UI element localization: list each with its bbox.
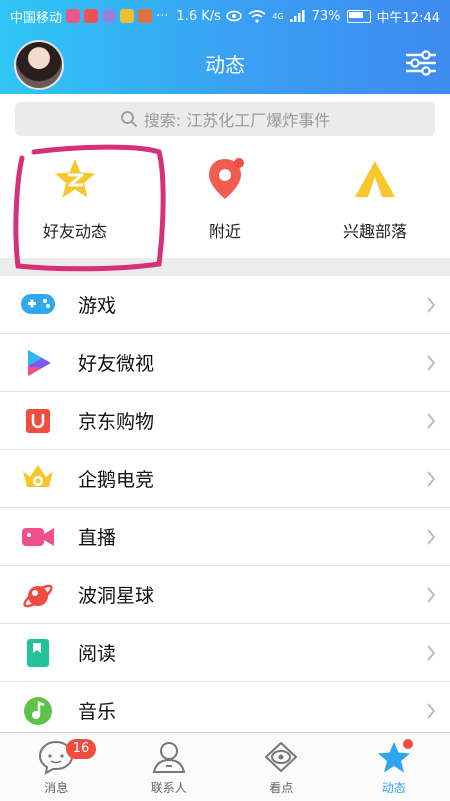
contacts-icon [150, 739, 188, 775]
network-speed: 1.6 K/s [176, 9, 220, 24]
shopping-bag-icon [20, 403, 56, 439]
quick-item-label: 好友动态 [43, 218, 107, 242]
bottom-tab-bar: 16 消息 联系人 看点 动态 [0, 732, 450, 801]
status-bar: 中国移动 ··· 1.6 K/s 4G 73% 中午12:44 [0, 0, 450, 32]
notification-app-icon [84, 9, 98, 23]
carrier-label: 中国移动 [10, 7, 62, 26]
star-icon [375, 739, 413, 775]
quick-item-tribe[interactable]: 兴趣部落 [300, 154, 450, 254]
list-item-live[interactable]: 直播 [0, 508, 450, 566]
eye-comfort-icon [226, 10, 242, 22]
list-item-label: 好友微视 [78, 349, 154, 376]
list-item-label: 京东购物 [78, 407, 154, 434]
tab-label: 联系人 [151, 779, 187, 796]
tab-dynamics[interactable]: 动态 [338, 733, 450, 801]
eye-icon [262, 739, 300, 775]
battery-icon [347, 10, 371, 23]
search-input[interactable]: 搜索: 江苏化工厂爆炸事件 [15, 102, 435, 136]
network-type: 4G [272, 12, 283, 21]
list-item-label: 阅读 [78, 639, 116, 666]
book-icon [20, 635, 56, 671]
play-icon [20, 345, 56, 381]
tent-icon [350, 154, 400, 204]
chevron-right-icon [426, 644, 436, 662]
quick-item-nearby[interactable]: 附近 [150, 154, 300, 254]
chevron-right-icon [426, 296, 436, 314]
more-notifications-icon: ··· [156, 9, 168, 24]
notification-app-icon [138, 9, 152, 23]
feature-list: 游戏 好友微视 京东购物 企鹅电竞 直播 波洞星球 [0, 276, 450, 740]
top-bar: 中国移动 ··· 1.6 K/s 4G 73% 中午12:44 动态 [0, 0, 450, 94]
chevron-right-icon [426, 528, 436, 546]
list-item-label: 波洞星球 [78, 581, 154, 608]
avatar[interactable] [14, 40, 64, 90]
notification-dot [403, 739, 413, 749]
chevron-right-icon [426, 702, 436, 720]
quick-entries: 好友动态 附近 兴趣部落 [0, 146, 450, 258]
tab-label: 消息 [44, 779, 68, 796]
list-item-weishi[interactable]: 好友微视 [0, 334, 450, 392]
qzone-star-icon [50, 154, 100, 204]
header: 动态 [0, 32, 450, 94]
notification-app-icon [120, 9, 134, 23]
location-pin-icon [200, 154, 250, 204]
chevron-right-icon [426, 586, 436, 604]
tab-kandian[interactable]: 看点 [225, 733, 338, 801]
search-area: 搜索: 江苏化工厂爆炸事件 [0, 94, 450, 146]
search-placeholder: 搜索: 江苏化工厂爆炸事件 [144, 107, 330, 131]
signal-icon [290, 10, 306, 22]
list-item-games[interactable]: 游戏 [0, 276, 450, 334]
notification-app-icon [102, 9, 116, 23]
clock: 中午12:44 [377, 7, 440, 26]
unread-badge: 16 [66, 739, 96, 759]
planet-icon [20, 577, 56, 613]
tab-messages[interactable]: 16 消息 [0, 733, 113, 801]
page-title: 动态 [205, 49, 245, 78]
wifi-icon [248, 10, 266, 23]
chevron-right-icon [426, 354, 436, 372]
list-item-reading[interactable]: 阅读 [0, 624, 450, 682]
esports-shield-icon [20, 461, 56, 497]
settings-sliders-icon[interactable] [404, 46, 438, 80]
chevron-right-icon [426, 470, 436, 488]
notification-app-icon [66, 9, 80, 23]
chevron-right-icon [426, 412, 436, 430]
list-item-bodong[interactable]: 波洞星球 [0, 566, 450, 624]
quick-item-friend-feed[interactable]: 好友动态 [0, 154, 150, 254]
video-camera-icon [20, 519, 56, 555]
list-item-label: 直播 [78, 523, 116, 550]
notification-dot [234, 158, 244, 168]
tab-label: 看点 [269, 779, 293, 796]
gamepad-icon [20, 287, 56, 323]
list-item-label: 音乐 [78, 697, 116, 724]
battery-percent: 73% [312, 9, 341, 24]
music-note-icon [20, 693, 56, 729]
search-icon [120, 110, 138, 128]
list-item-label: 游戏 [78, 291, 116, 318]
list-item-esports[interactable]: 企鹅电竞 [0, 450, 450, 508]
quick-item-label: 兴趣部落 [343, 218, 407, 242]
list-item-label: 企鹅电竞 [78, 465, 154, 492]
quick-item-label: 附近 [209, 218, 241, 242]
list-item-jd-shopping[interactable]: 京东购物 [0, 392, 450, 450]
tab-contacts[interactable]: 联系人 [113, 733, 226, 801]
tab-label: 动态 [382, 779, 406, 796]
